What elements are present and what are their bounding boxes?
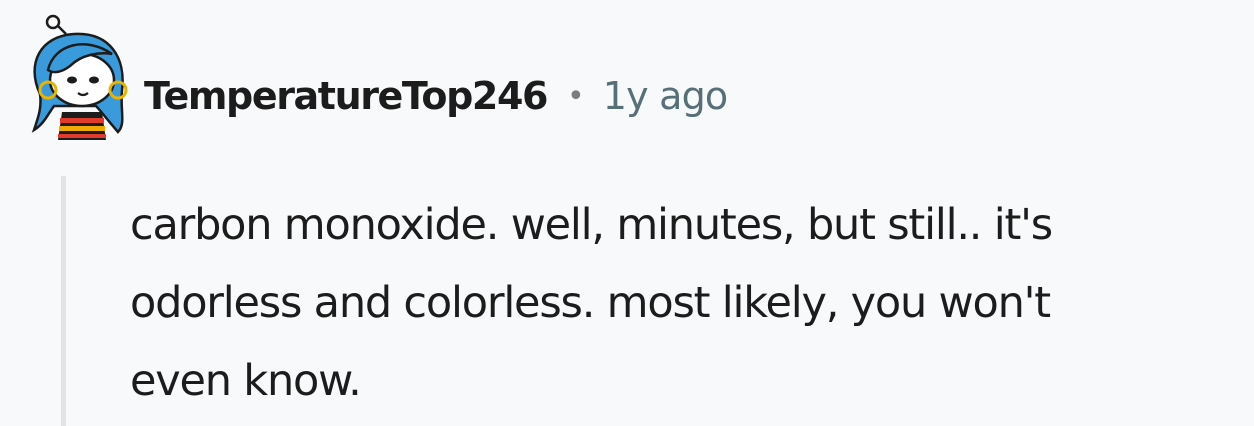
comment-meta: TemperatureTop246 • 1y ago (144, 68, 728, 124)
thread-collapse-line[interactable] (61, 176, 66, 426)
comment-body-line: carbon monoxide. well, minutes, but stil… (130, 200, 1053, 250)
user-avatar[interactable] (26, 14, 130, 144)
meta-separator: • (567, 78, 585, 114)
comment-body: carbon monoxide. well, minutes, but stil… (130, 186, 1254, 420)
comment-age[interactable]: 1y ago (603, 74, 728, 118)
comment-body-line: odorless and colorless. most likely, you… (130, 278, 1051, 328)
comment: TemperatureTop246 • 1y ago carbon monoxi… (0, 0, 1254, 426)
comment-body-line: even know. (130, 356, 362, 406)
snoo-avatar-icon (31, 14, 128, 140)
author-username[interactable]: TemperatureTop246 (144, 74, 548, 118)
